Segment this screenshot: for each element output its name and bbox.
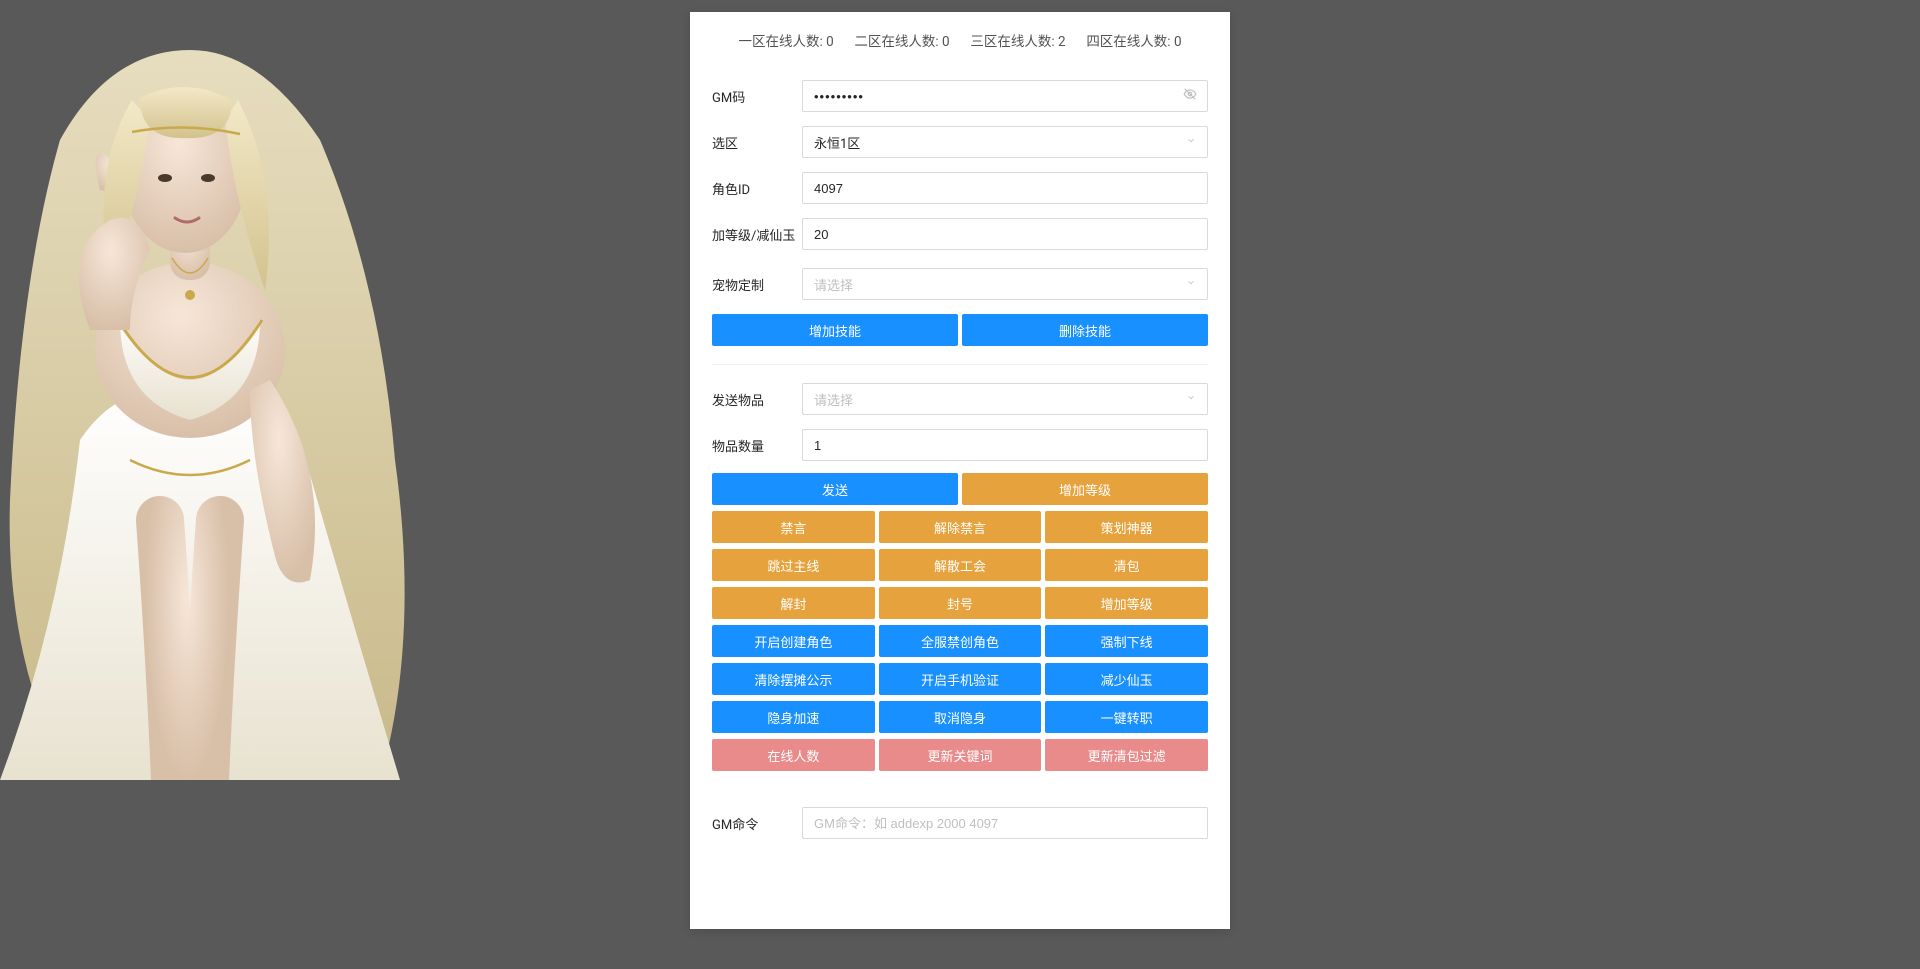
update-clearbag-filter-button[interactable]: 更新清包过滤 xyxy=(1045,739,1208,771)
level-jade-label: 加等级/减仙玉 xyxy=(712,225,802,244)
pet-custom-select[interactable]: 请选择 xyxy=(802,268,1208,300)
send-item-select[interactable]: 请选择 xyxy=(802,383,1208,415)
reduce-jade-button[interactable]: 减少仙玉 xyxy=(1045,663,1208,695)
disable-create-role-button[interactable]: 全服禁创角色 xyxy=(879,625,1042,657)
gm-code-label: GM码 xyxy=(712,87,802,106)
zone4-label: 四区在线人数: xyxy=(1086,34,1170,50)
level-jade-input[interactable] xyxy=(802,218,1208,250)
disband-guild-button[interactable]: 解散工会 xyxy=(879,549,1042,581)
stealth-speed-button[interactable]: 隐身加速 xyxy=(712,701,875,733)
add-level-button[interactable]: 增加等级 xyxy=(1045,587,1208,619)
cancel-stealth-button[interactable]: 取消隐身 xyxy=(879,701,1042,733)
online-count-button[interactable]: 在线人数 xyxy=(712,739,875,771)
designer-artifact-button[interactable]: 策划神器 xyxy=(1045,511,1208,543)
item-qty-input[interactable] xyxy=(802,429,1208,461)
zone-select-label: 选区 xyxy=(712,133,802,152)
item-qty-label: 物品数量 xyxy=(712,436,802,455)
enable-create-role-button[interactable]: 开启创建角色 xyxy=(712,625,875,657)
pet-custom-placeholder: 请选择 xyxy=(814,275,853,294)
divider xyxy=(712,364,1208,365)
gm-code-input[interactable] xyxy=(802,80,1208,112)
zone4-value: 0 xyxy=(1174,34,1182,50)
online-status-bar: 一区在线人数: 0 二区在线人数: 0 三区在线人数: 2 四区在线人数: 0 xyxy=(690,12,1230,68)
clear-stall-notice-button[interactable]: 清除摆摊公示 xyxy=(712,663,875,695)
gm-admin-panel: 一区在线人数: 0 二区在线人数: 0 三区在线人数: 2 四区在线人数: 0 … xyxy=(690,12,1230,929)
add-level-top-button[interactable]: 增加等级 xyxy=(962,473,1208,505)
clear-bag-button[interactable]: 清包 xyxy=(1045,549,1208,581)
enable-phone-verify-button[interactable]: 开启手机验证 xyxy=(879,663,1042,695)
ban-button[interactable]: 封号 xyxy=(879,587,1042,619)
zone3-value: 2 xyxy=(1058,34,1066,50)
zone-select-value: 永恒1区 xyxy=(814,133,860,152)
zone2-label: 二区在线人数: xyxy=(854,34,938,50)
zone-select[interactable]: 永恒1区 xyxy=(802,126,1208,158)
update-keywords-button[interactable]: 更新关键词 xyxy=(879,739,1042,771)
skip-main-button[interactable]: 跳过主线 xyxy=(712,549,875,581)
eye-invisible-icon[interactable] xyxy=(1183,87,1197,105)
send-button[interactable]: 发送 xyxy=(712,473,958,505)
zone3-label: 三区在线人数: xyxy=(970,34,1054,50)
unmute-button[interactable]: 解除禁言 xyxy=(879,511,1042,543)
send-item-label: 发送物品 xyxy=(712,390,802,409)
chevron-down-icon xyxy=(1186,393,1196,406)
chevron-down-icon xyxy=(1186,136,1196,149)
unban-button[interactable]: 解封 xyxy=(712,587,875,619)
zone1-value: 0 xyxy=(826,34,834,50)
zone2-value: 0 xyxy=(942,34,950,50)
role-id-input[interactable] xyxy=(802,172,1208,204)
gm-cmd-label: GM命令 xyxy=(712,814,802,833)
force-offline-button[interactable]: 强制下线 xyxy=(1045,625,1208,657)
role-id-label: 角色ID xyxy=(712,179,802,198)
pet-custom-label: 宠物定制 xyxy=(712,275,802,294)
chevron-down-icon xyxy=(1186,278,1196,291)
onekey-jobchange-button[interactable]: 一键转职 xyxy=(1045,701,1208,733)
send-item-placeholder: 请选择 xyxy=(814,390,853,409)
mute-button[interactable]: 禁言 xyxy=(712,511,875,543)
gm-cmd-input[interactable] xyxy=(802,807,1208,839)
zone1-label: 一区在线人数: xyxy=(738,34,822,50)
delete-skill-button[interactable]: 删除技能 xyxy=(962,314,1208,346)
add-skill-button[interactable]: 增加技能 xyxy=(712,314,958,346)
